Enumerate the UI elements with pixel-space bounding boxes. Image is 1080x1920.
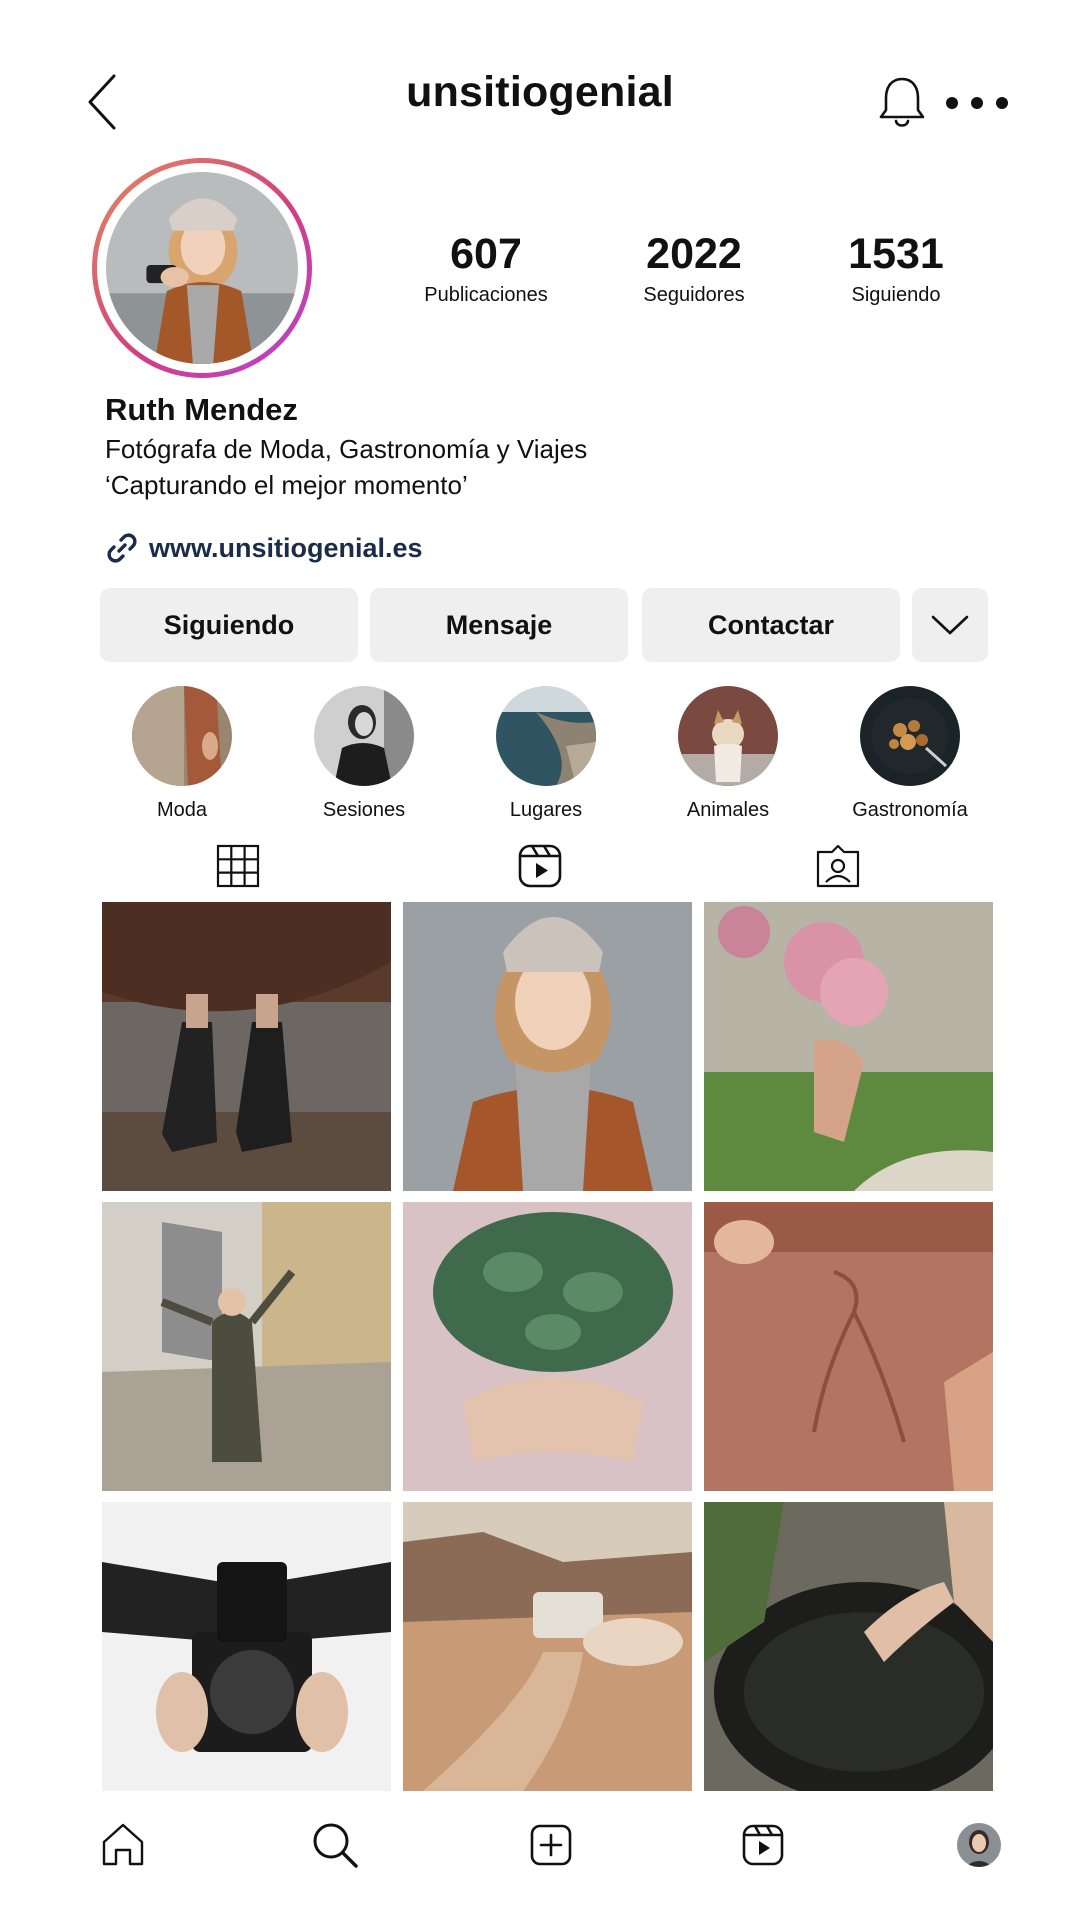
profile-avatar-icon [957, 1823, 1001, 1867]
display-name: Ruth Mendez [105, 392, 298, 427]
grid-photo-camera[interactable] [102, 1502, 391, 1791]
more-dots-icon[interactable] [942, 90, 1012, 116]
highlight-lugares-image [496, 686, 596, 786]
tab-reels[interactable] [516, 842, 564, 890]
contact-button[interactable]: Contactar [642, 588, 900, 662]
profile-avatar[interactable] [92, 158, 312, 378]
tab-tagged[interactable] [814, 842, 862, 890]
profile-photo [106, 172, 298, 364]
nav-reels[interactable] [738, 1820, 788, 1870]
grid-photo-desert[interactable] [403, 1502, 692, 1791]
followers-stat[interactable]: 2022 Seguidores [594, 230, 794, 310]
highlight-animales[interactable]: Animales [638, 686, 818, 822]
highlight-animales-image [678, 686, 778, 786]
nav-search[interactable] [310, 1820, 360, 1870]
link-icon [107, 533, 137, 563]
highlight-gastronomia[interactable]: Gastronomía [820, 686, 1000, 822]
plant-hands-photo [403, 1202, 692, 1491]
highlight-moda-image [132, 686, 232, 786]
following-label: Siguiendo [851, 284, 941, 306]
highlight-moda[interactable]: Moda [92, 686, 272, 822]
reels-icon [742, 1824, 784, 1866]
highlight-label: Animales [686, 799, 770, 821]
grid-icon [216, 844, 260, 888]
nav-add-post[interactable] [526, 1820, 576, 1870]
grid-photo-woman[interactable] [403, 902, 692, 1191]
following-count: 1531 [848, 230, 944, 278]
posts-stat[interactable]: 607 Publicaciones [386, 230, 586, 310]
grid-photo-street[interactable] [102, 1202, 391, 1491]
water-hand-photo [704, 1502, 993, 1791]
message-button[interactable]: Mensaje [370, 588, 628, 662]
highlight-label: Sesiones [322, 799, 406, 821]
highlight-lugares[interactable]: Lugares [456, 686, 636, 822]
followers-label: Seguidores [643, 284, 745, 306]
chevron-down-icon [931, 615, 969, 635]
suggestions-dropdown-button[interactable] [912, 588, 988, 662]
nav-home[interactable] [98, 1820, 148, 1870]
highlight-label: Lugares [509, 799, 583, 821]
profile-link[interactable]: www.unsitiogenial.es [105, 528, 423, 568]
home-icon [102, 1823, 144, 1866]
dress-photo [704, 1202, 993, 1491]
highlight-label: Gastronomía [852, 799, 968, 821]
camera-hands-photo [102, 1502, 391, 1791]
grid-photo-blossom[interactable] [704, 902, 993, 1191]
posts-count: 607 [450, 230, 522, 278]
highlight-label: Moda [156, 799, 208, 821]
following-button[interactable]: Siguiendo [100, 588, 358, 662]
grid-photo-plant[interactable] [403, 1202, 692, 1491]
bio-line-1: Fotógrafa de Moda, Gastronomía y Viajes [105, 434, 588, 464]
highlight-sesiones[interactable]: Sesiones [274, 686, 454, 822]
cherry-blossom-photo [704, 902, 993, 1191]
following-stat[interactable]: 1531 Siguiendo [796, 230, 996, 310]
followers-count: 2022 [646, 230, 742, 278]
tagged-icon [816, 844, 860, 888]
tab-grid[interactable] [214, 842, 262, 890]
woman-beanie-photo [403, 902, 692, 1191]
bell-icon[interactable] [876, 74, 928, 130]
boots-photo [102, 902, 391, 1191]
bio-line-2: ‘Capturando el mejor momento’ [105, 470, 468, 500]
grid-photo-boots[interactable] [102, 902, 391, 1191]
add-post-icon [530, 1824, 572, 1866]
street-dance-photo [102, 1202, 391, 1491]
highlight-sesiones-image [314, 686, 414, 786]
desert-van-photo [403, 1502, 692, 1791]
highlight-gastronomia-image [860, 686, 960, 786]
posts-label: Publicaciones [424, 284, 548, 306]
grid-photo-water[interactable] [704, 1502, 993, 1791]
grid-photo-dress[interactable] [704, 1202, 993, 1491]
reels-icon [518, 844, 562, 888]
nav-profile[interactable] [954, 1820, 1004, 1870]
link-text: www.unsitiogenial.es [149, 532, 423, 563]
search-icon [313, 1823, 358, 1868]
